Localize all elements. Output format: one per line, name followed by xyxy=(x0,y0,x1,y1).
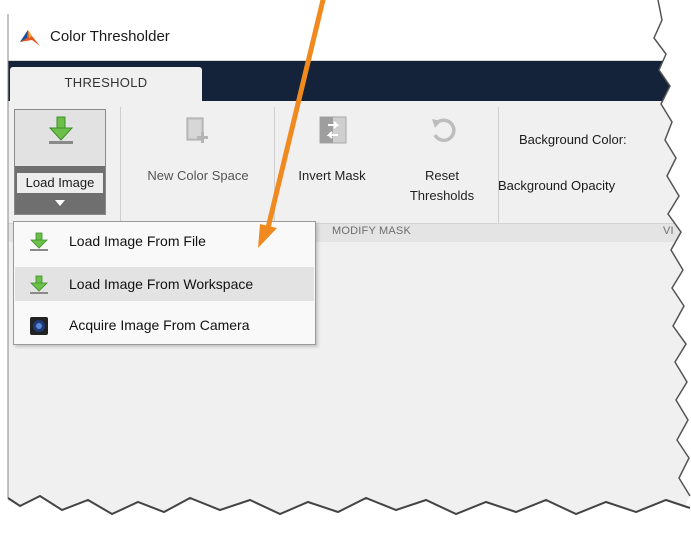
matlab-logo-icon xyxy=(20,30,40,46)
screenshot-frame: Color Thresholder THRESHOLD Load Image N… xyxy=(0,0,691,540)
load-image-menu: Load Image From File Load Image From Wor… xyxy=(13,221,316,345)
torn-left-edge xyxy=(0,14,8,498)
reset-thresholds-label-line2: Thresholds xyxy=(409,188,475,203)
title-bar: Color Thresholder xyxy=(8,14,691,61)
menu-item-label: Acquire Image From Camera xyxy=(69,317,250,333)
background-opacity-label: Background Opacity xyxy=(498,178,616,193)
section-label-view: VI xyxy=(663,225,674,237)
chevron-down-icon xyxy=(55,200,65,206)
download-arrow-icon xyxy=(48,116,74,144)
camera-icon xyxy=(30,317,48,335)
section-label-modify-mask: MODIFY MASK xyxy=(332,225,412,237)
reset-thresholds-label-line1: Reset xyxy=(425,168,459,183)
tab-strip: THRESHOLD xyxy=(8,61,691,101)
section-divider xyxy=(120,107,121,229)
tab-threshold[interactable]: THRESHOLD xyxy=(10,67,202,101)
download-arrow-icon xyxy=(30,275,48,294)
menu-item-load-from-file[interactable]: Load Image From File xyxy=(15,224,314,258)
background-color-label: Background Color: xyxy=(519,132,627,147)
window-title: Color Thresholder xyxy=(50,28,170,45)
load-image-label: Load Image xyxy=(17,173,103,193)
new-color-space-icon xyxy=(186,117,208,143)
menu-item-label: Load Image From File xyxy=(69,233,206,249)
section-divider xyxy=(274,107,275,229)
invert-mask-label: Invert Mask xyxy=(298,168,366,183)
load-image-button[interactable]: Load Image xyxy=(14,109,106,215)
invert-mask-button[interactable]: Invert Mask xyxy=(284,109,380,219)
invert-mask-icon xyxy=(319,116,347,144)
new-color-space-label: New Color Space xyxy=(147,168,249,183)
section-divider xyxy=(498,107,499,229)
menu-item-load-from-workspace[interactable]: Load Image From Workspace xyxy=(15,267,314,301)
reset-thresholds-button[interactable]: Reset Thresholds xyxy=(394,109,490,219)
download-arrow-icon xyxy=(30,232,48,251)
background-color-picker[interactable] xyxy=(672,128,691,150)
menu-item-label: Load Image From Workspace xyxy=(69,276,254,292)
new-color-space-button[interactable]: New Color Space xyxy=(128,109,268,219)
reset-icon xyxy=(432,118,456,143)
menu-item-acquire-from-camera[interactable]: Acquire Image From Camera xyxy=(15,308,314,342)
